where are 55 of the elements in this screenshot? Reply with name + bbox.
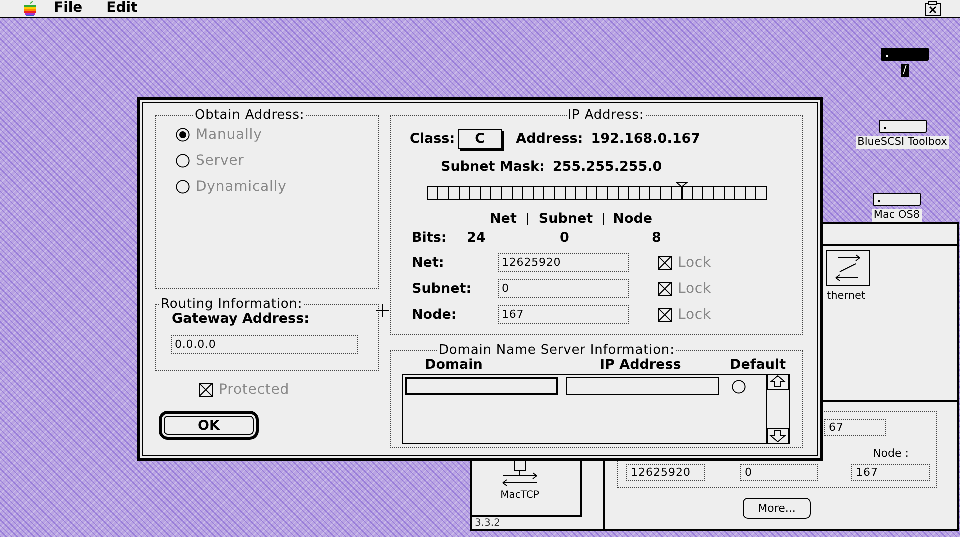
apple-icon[interactable]	[22, 1, 38, 16]
group-title: Routing Information:	[160, 297, 304, 312]
scroll-up-icon[interactable]	[767, 374, 789, 390]
field-label: Node:	[412, 306, 458, 322]
ip-address-field[interactable]	[566, 377, 719, 395]
ip-address-value: 192.168.0.167	[591, 131, 701, 147]
field-label: Gateway Address:	[172, 311, 311, 327]
input-field[interactable]: 12625920	[498, 253, 629, 272]
more-button[interactable]: More...	[743, 498, 811, 519]
drive-icon[interactable]	[873, 193, 921, 206]
domain-field[interactable]	[405, 377, 558, 395]
field-label: Class:	[410, 131, 456, 147]
column-header: Node	[613, 211, 653, 227]
scroll-down-icon[interactable]	[767, 428, 789, 444]
field-label: Node :	[873, 447, 909, 460]
field-label: Net:	[412, 254, 446, 270]
connection-label[interactable]: thernet	[827, 290, 866, 302]
slider-thumb[interactable]	[676, 182, 688, 200]
class-value: C	[458, 129, 502, 149]
input-field[interactable]: 12625920	[626, 464, 705, 481]
group-title: Obtain Address:	[194, 108, 306, 123]
icon-label[interactable]: BlueSCSI Toolbox	[856, 136, 950, 149]
column-header: Net	[490, 211, 517, 227]
icon-label[interactable]: Mac OS8	[872, 209, 922, 222]
bits-value: 8	[652, 230, 662, 246]
input-field[interactable]: 167	[498, 305, 629, 324]
column-header: IP Address	[600, 358, 682, 372]
group-title: Domain Name Server Information:	[438, 343, 676, 358]
input-field[interactable]: 0	[498, 279, 629, 298]
input-field[interactable]: 167	[851, 464, 930, 481]
gateway-field[interactable]: 0.0.0.0	[171, 335, 358, 354]
bits-value: 0	[560, 230, 570, 246]
field-label: Bits:	[412, 230, 448, 246]
crosshair-cursor-icon	[376, 304, 389, 317]
bits-value: 24	[467, 230, 487, 246]
column-header: Domain	[425, 358, 484, 372]
version-label: 3.3.2	[475, 518, 500, 529]
drive-icon[interactable]	[878, 120, 926, 133]
field-label: Subnet:	[412, 280, 473, 296]
column-header: Subnet	[538, 211, 594, 227]
field-label: Address:	[516, 131, 584, 147]
column-header: Default	[730, 358, 786, 372]
field-label: Subnet Mask:	[441, 159, 545, 175]
menu-item[interactable]: Edit	[94, 0, 150, 17]
network-arrows-icon[interactable]	[826, 250, 870, 286]
input-field[interactable]: 67	[824, 419, 886, 436]
icon-label[interactable]: /	[901, 64, 909, 77]
icon-label[interactable]: MacTCP	[500, 490, 540, 501]
group-title: IP Address:	[566, 108, 646, 123]
subnet-mask-value: 255.255.255.0	[552, 159, 662, 175]
application-menu-icon[interactable]	[924, 1, 942, 16]
menu-item[interactable]: File	[42, 0, 95, 17]
input-field[interactable]: 0	[740, 464, 818, 481]
radio-button[interactable]	[732, 380, 746, 394]
ok-button[interactable]: OK	[159, 411, 259, 440]
